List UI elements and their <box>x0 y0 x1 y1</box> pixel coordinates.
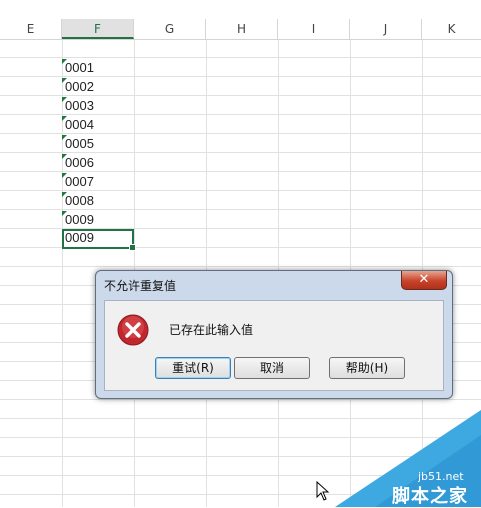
cell-value: 0009 <box>65 212 94 227</box>
column-label: G <box>164 22 175 36</box>
cell-f[interactable]: 0001 <box>62 59 134 77</box>
mouse-cursor-icon <box>316 481 330 501</box>
cell-value: 0005 <box>65 136 94 151</box>
cell-value: 0006 <box>65 155 94 170</box>
column-label: J <box>383 22 388 36</box>
cell-f[interactable]: 0006 <box>62 154 134 172</box>
error-icon <box>117 314 149 346</box>
column-header-e[interactable]: E <box>0 19 62 39</box>
column-header-k[interactable]: K <box>422 19 481 39</box>
error-indicator-icon <box>62 173 67 178</box>
dialog-body: 已存在此输入值 重试(R) 取消 帮助(H) <box>104 300 444 391</box>
error-indicator-icon <box>62 154 67 159</box>
column-label: F <box>94 22 101 36</box>
cell-value: 0007 <box>65 174 94 189</box>
column-label: I <box>311 22 316 36</box>
cell-f[interactable]: 0005 <box>62 135 134 153</box>
toolbar-strip <box>0 0 481 19</box>
fill-handle[interactable] <box>129 244 136 251</box>
help-button[interactable]: 帮助(H) <box>329 357 405 379</box>
watermark-name: 脚本之家 <box>392 486 468 507</box>
cell-value: 0002 <box>65 79 94 94</box>
error-indicator-icon <box>62 59 67 64</box>
cell-value: 0004 <box>65 117 94 132</box>
dialog-message: 已存在此输入值 <box>169 323 254 337</box>
column-label: K <box>447 22 456 36</box>
cell-value: 0008 <box>65 193 94 208</box>
column-label: H <box>236 22 247 36</box>
error-indicator-icon <box>62 78 67 83</box>
active-cell-value: 0009 <box>65 230 94 245</box>
cell-value: 0003 <box>65 98 94 113</box>
active-cell[interactable]: 0009 <box>62 229 136 251</box>
error-indicator-icon <box>62 97 67 102</box>
error-indicator-icon <box>62 211 67 216</box>
cell-f[interactable]: 0002 <box>62 78 134 96</box>
column-header-j[interactable]: J <box>350 19 422 39</box>
column-label: E <box>26 22 35 36</box>
column-header-f[interactable]: F <box>62 19 134 39</box>
error-indicator-icon <box>62 135 67 140</box>
cancel-button[interactable]: 取消 <box>234 357 310 379</box>
cell-f[interactable]: 0003 <box>62 97 134 115</box>
column-header-g[interactable]: G <box>134 19 206 39</box>
error-indicator-icon <box>62 116 67 121</box>
dialog-title: 不允许重复值 <box>104 279 177 293</box>
cell-f[interactable]: 0007 <box>62 173 134 191</box>
cell-f[interactable]: 0004 <box>62 116 134 134</box>
close-button[interactable]: ✕ <box>401 271 447 290</box>
column-header: E F G H I J K <box>0 19 481 40</box>
column-header-h[interactable]: H <box>206 19 278 39</box>
duplicate-value-dialog: 不允许重复值 ✕ 已存在此输入值 重试(R) 取消 帮助(H) <box>95 270 453 399</box>
cell-value: 0001 <box>65 60 94 75</box>
retry-button[interactable]: 重试(R) <box>155 357 231 379</box>
cell-f[interactable]: 0009 <box>62 211 134 229</box>
error-indicator-icon <box>62 192 67 197</box>
column-header-i[interactable]: I <box>278 19 350 39</box>
cell-f[interactable]: 0008 <box>62 192 134 210</box>
